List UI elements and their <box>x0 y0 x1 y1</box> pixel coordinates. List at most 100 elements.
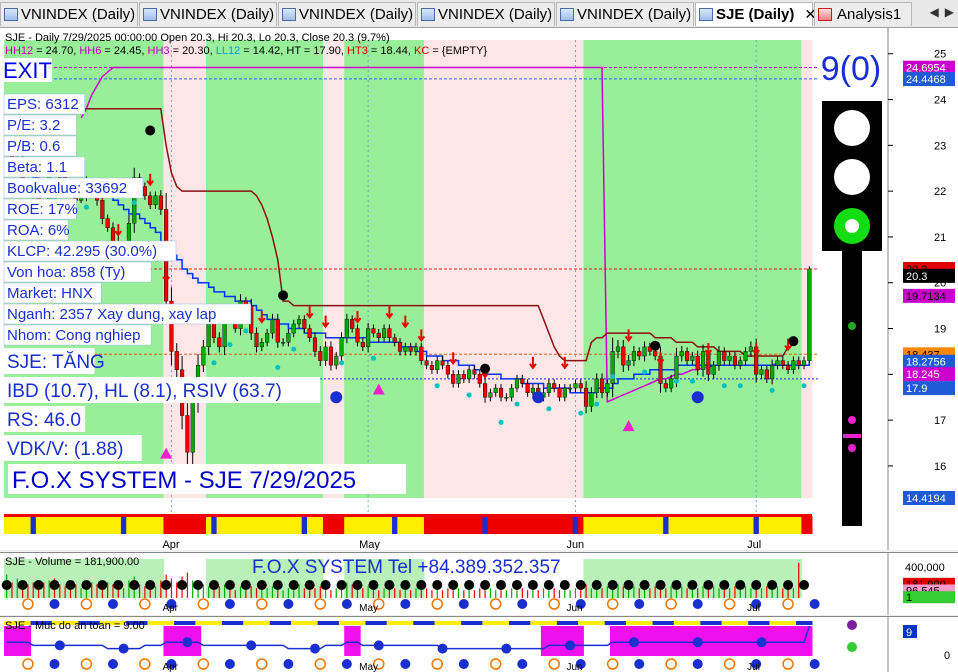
tab-sje-daily[interactable]: SJE (Daily) ✕ <box>695 2 816 26</box>
candle <box>339 337 344 357</box>
volume-bar <box>261 590 263 598</box>
candle <box>344 319 349 338</box>
zero-signal-icon <box>788 336 799 347</box>
strip-cell <box>9 516 16 534</box>
strip-cell <box>232 516 239 534</box>
volume-bar <box>447 588 449 598</box>
safety-strip-cell <box>631 621 638 625</box>
zero-marker-icon <box>723 658 736 670</box>
candle <box>429 364 434 370</box>
tab-vnindex-daily-4[interactable]: VNINDEX (Daily) <box>417 2 555 26</box>
candle <box>456 374 461 384</box>
volume-bar <box>553 588 555 598</box>
volume-bar <box>697 588 699 598</box>
volume-pane[interactable]: 400,000200,000181,90096,5451 Apr May Jun Ju… <box>0 552 958 615</box>
candle <box>366 328 371 348</box>
zero-marker-icon <box>489 658 502 670</box>
tab-vnindex-daily-2[interactable]: VNINDEX (Daily) <box>139 2 277 26</box>
tab-scroll-left-icon[interactable]: ◀ <box>930 5 939 19</box>
candle <box>328 346 333 366</box>
app-window: VNINDEX (Daily) VNINDEX (Daily) VNINDEX … <box>0 0 958 672</box>
tab-analysis1[interactable]: Analysis1 <box>814 2 912 26</box>
volume-bar <box>574 588 577 598</box>
price-chart[interactable]: 16171819202122232425 24.695424.446820.32… <box>0 28 958 550</box>
volume-bar <box>426 588 428 598</box>
volume-bar <box>622 586 624 598</box>
volume-dot <box>735 580 746 590</box>
price-chart-pane[interactable]: 16171819202122232425 24.695424.446820.32… <box>0 28 958 550</box>
light-top-icon <box>834 110 870 146</box>
candle <box>318 351 323 361</box>
strip-cell <box>142 516 149 534</box>
strip-cell <box>780 516 786 534</box>
volume-bar <box>792 588 794 598</box>
safety-strip-cell <box>423 621 430 625</box>
volume-bar <box>776 586 779 598</box>
safety-strip-cell <box>519 621 526 625</box>
safety-strip-cell <box>360 621 366 625</box>
info-marker-icon <box>341 599 352 609</box>
info-marker-icon <box>692 659 703 669</box>
volume-bar <box>718 588 720 598</box>
strip-cell <box>477 516 483 534</box>
strip-cell <box>801 516 808 534</box>
safety-strip-cell <box>158 621 164 625</box>
volume-bar <box>431 590 433 598</box>
candle <box>403 346 408 352</box>
strip-cell <box>429 516 436 534</box>
candle <box>265 332 270 343</box>
fundamental-item: Beta: 1.1 <box>7 159 67 176</box>
strip-cell <box>392 516 398 534</box>
price-tag-label: 18.2756 <box>906 357 946 369</box>
info-marker-icon <box>517 599 528 609</box>
strip-cell <box>259 516 265 534</box>
volume-bar <box>569 590 571 598</box>
safety-zone <box>668 626 675 656</box>
zero-marker-icon <box>665 658 677 670</box>
volume-dot <box>464 580 475 590</box>
strip-cell <box>641 516 648 534</box>
safety-strip-cell <box>392 621 398 625</box>
strip-cell <box>785 516 792 534</box>
tab-scroll-right-icon[interactable]: ▶ <box>945 5 954 19</box>
strip-cell <box>152 516 159 534</box>
volume-bar <box>548 590 550 598</box>
price-tag-label: 19.7134 <box>906 291 946 303</box>
candle <box>796 360 801 366</box>
zero-marker-icon <box>256 658 268 670</box>
safety-dot <box>501 643 512 654</box>
strip-cell <box>551 516 558 534</box>
candle <box>142 186 147 196</box>
price-tag-label: 24.4468 <box>906 74 946 86</box>
volume-bar <box>192 580 194 598</box>
tab-vnindex-daily-3[interactable]: VNINDEX (Daily) <box>278 2 416 26</box>
candle <box>615 346 621 352</box>
volume-chart[interactable]: 400,000200,000181,90096,5451 Apr May Jun Ju… <box>0 553 958 615</box>
tab-vnindex-daily-5[interactable]: VNINDEX (Daily) <box>556 2 694 26</box>
candle <box>786 364 791 370</box>
safety-level-chart[interactable]: 09 Apr May Jun Jul SJE - Muc do an toan = 9… <box>0 617 958 672</box>
fundamental-item: Bookvalue: 33692 <box>7 180 127 197</box>
chart-window-icon <box>143 8 157 21</box>
strip-cell <box>588 516 595 534</box>
volume-bar <box>670 586 672 598</box>
volume-bar <box>378 590 380 598</box>
safety-strip-cell <box>216 621 223 625</box>
safety-strip-cell <box>381 621 388 625</box>
strip-cell <box>556 516 563 534</box>
safety-strip-cell <box>588 621 595 625</box>
tab-vnindex-daily-1[interactable]: VNINDEX (Daily) <box>0 2 138 26</box>
zero-marker-icon <box>606 658 619 670</box>
strip-cell <box>583 516 590 534</box>
volume-dot <box>496 580 507 590</box>
candle <box>663 383 668 389</box>
candle <box>685 351 690 361</box>
candle <box>100 200 105 219</box>
safety-level-pane[interactable]: 09 Apr May Jun Jul SJE - Muc do an toan = 9… <box>0 616 958 672</box>
safety-zone <box>726 626 733 656</box>
safety-strip-cell <box>259 621 265 625</box>
strip-cell <box>647 516 654 534</box>
candle <box>716 351 722 366</box>
info-marker-icon <box>341 659 352 669</box>
safety-strip-cell <box>190 621 196 625</box>
